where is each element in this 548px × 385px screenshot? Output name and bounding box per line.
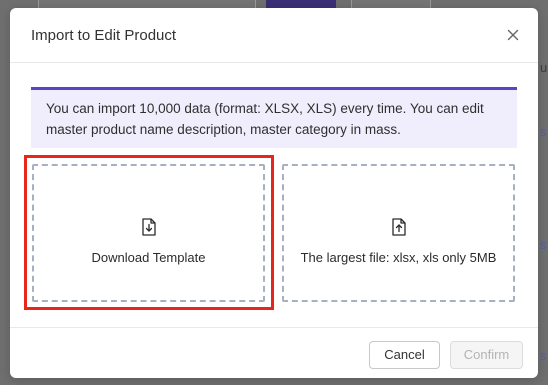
- upload-file-zone[interactable]: The largest file: xlsx, xls only 5MB: [282, 164, 515, 302]
- download-template-zone[interactable]: Download Template: [32, 164, 265, 302]
- download-file-icon: [141, 218, 156, 236]
- background-link-fragment: s: [540, 237, 547, 252]
- upload-file-icon: [391, 218, 406, 236]
- background-link-fragment: s: [540, 124, 547, 139]
- import-modal: Import to Edit Product You can import 10…: [10, 8, 538, 378]
- download-template-label: Download Template: [91, 250, 206, 265]
- background-text-fragment: u: [540, 60, 548, 75]
- upload-file-label: The largest file: xlsx, xls only 5MB: [300, 250, 497, 265]
- close-icon: [507, 29, 519, 41]
- close-button[interactable]: [502, 24, 524, 46]
- info-banner: You can import 10,000 data (format: XLSX…: [31, 87, 517, 148]
- confirm-button[interactable]: Confirm: [450, 341, 523, 369]
- modal-title: Import to Edit Product: [31, 27, 177, 44]
- background-link-fragment: s: [540, 348, 547, 363]
- modal-header: Import to Edit Product: [10, 8, 538, 63]
- cancel-button[interactable]: Cancel: [369, 341, 440, 369]
- modal-footer: Cancel Confirm: [10, 327, 538, 379]
